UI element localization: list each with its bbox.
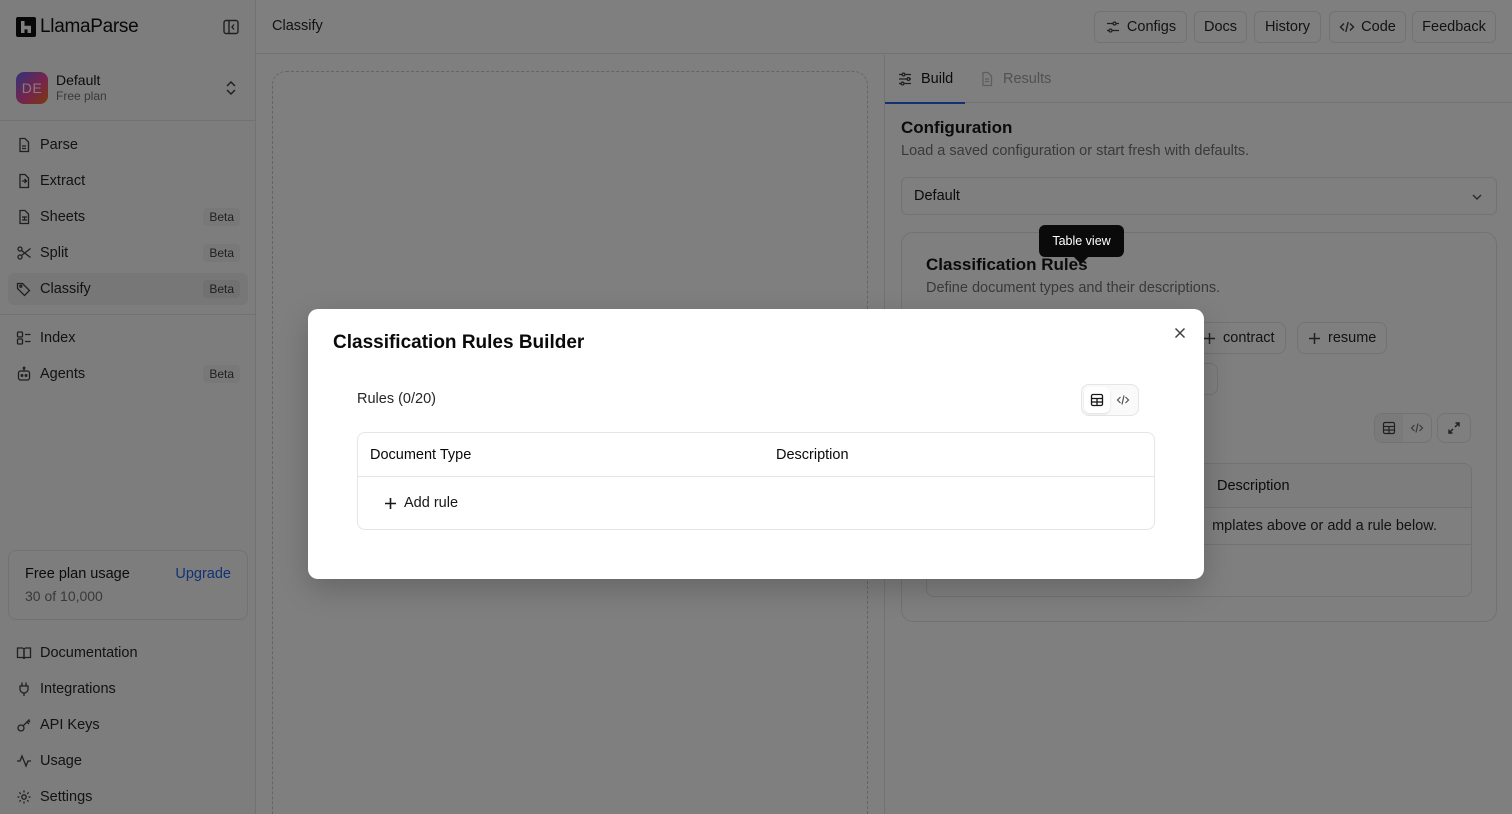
table-view-icon[interactable]: [1084, 387, 1110, 413]
add-rule-label: Add rule: [404, 495, 459, 511]
add-rule-button[interactable]: Add rule: [374, 489, 468, 517]
rules-table: Document Type Description Add rule: [357, 432, 1155, 530]
column-header-description: Description: [776, 447, 849, 463]
rules-builder-dialog: Classification Rules Builder Rules (0/20…: [308, 309, 1204, 579]
rules-count: Rules (0/20): [357, 391, 436, 407]
table-header: Document Type Description: [358, 433, 1154, 477]
view-toggle: [1081, 384, 1139, 416]
code-view-icon[interactable]: [1110, 387, 1136, 413]
tooltip: Table view: [1039, 225, 1124, 257]
close-icon[interactable]: [1172, 325, 1188, 341]
plus-icon: [384, 497, 397, 510]
column-header-document-type: Document Type: [370, 447, 472, 463]
dialog-title: Classification Rules Builder: [333, 332, 585, 353]
